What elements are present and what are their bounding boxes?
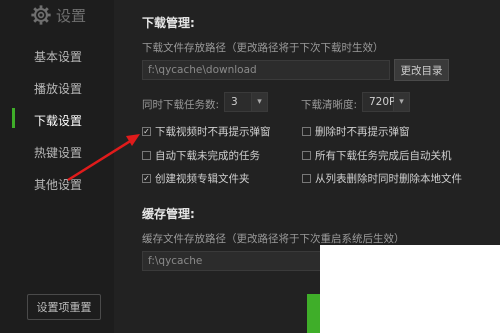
annotation-arrow	[67, 134, 140, 182]
